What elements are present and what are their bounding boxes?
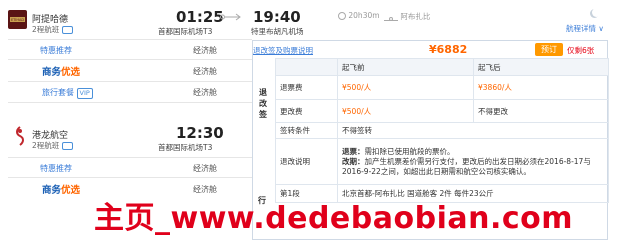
business-preferred-label: 商务优选: [42, 67, 81, 78]
special-offer-label: 特惠推荐: [40, 46, 72, 55]
chevron-down-icon: ∨: [598, 24, 604, 33]
moon-icon: [592, 8, 601, 17]
cabin-class: 经济舱: [193, 46, 217, 55]
info-icon[interactable]: [61, 26, 73, 34]
column-before-departure: 起飞前: [337, 58, 474, 76]
special-offer-label: 特惠推荐: [40, 164, 72, 173]
stop-marker-icon: [384, 14, 398, 21]
divider: [8, 177, 252, 178]
flight-details-link[interactable]: 航程详情 ∨: [566, 23, 604, 34]
cabin-class: 经济舱: [193, 88, 217, 97]
flight-count: 2程航班: [32, 140, 73, 151]
flight-arrow-icon: [220, 13, 241, 21]
arrival-time: 19:40: [253, 8, 301, 26]
price: ¥6882: [429, 43, 468, 56]
divider: [8, 59, 252, 60]
departure-airport: 首都国际机场T3: [158, 143, 213, 152]
seats-remaining: 仅剩6张: [567, 46, 595, 55]
table-row: 退票费 ¥500/人 ¥3860/人: [275, 75, 609, 100]
travel-package-label: 旅行套餐 VIP: [42, 87, 93, 99]
departure-airport: 首都国际机场T3: [158, 27, 213, 36]
cabin-class: 经济舱: [193, 164, 217, 173]
etihad-logo: ETIHAD: [8, 10, 27, 29]
table-header-row: 起飞前 起飞后: [275, 58, 609, 76]
divider: [8, 39, 252, 40]
departure-time: 12:30: [176, 124, 224, 142]
book-button[interactable]: 预订: [535, 43, 563, 56]
table-row: 退改说明 退票：需扣除已使用航段的票价。 改期：加产生机票差价需另行支付，更改后…: [275, 138, 609, 185]
table-row: 签转条件 不得签转: [275, 122, 609, 139]
info-icon[interactable]: [61, 142, 73, 150]
departure-time: 01:25: [176, 8, 224, 26]
duration: 20h30m: [338, 11, 380, 20]
divider: [8, 81, 252, 82]
dragonair-logo: [16, 126, 24, 146]
watermark: 主页_www.dedebaobian.com: [94, 201, 574, 236]
column-after-departure: 起飞后: [473, 58, 609, 76]
cabin-class: 经济舱: [193, 67, 217, 76]
table-row: 更改费 ¥500/人 不得更改: [275, 99, 609, 123]
clock-icon: [338, 12, 346, 20]
divider: [8, 102, 252, 103]
stopover: 阿布扎比: [384, 11, 430, 22]
fare-rules-table: 起飞前 起飞后 退票费 ¥500/人 ¥3860/人 更改费 ¥500/人 不得…: [275, 58, 609, 203]
business-preferred-label: 商务优选: [42, 185, 81, 196]
refund-policy-link[interactable]: 退改签及购票说明: [253, 45, 313, 56]
arrival-airport: 特里布胡凡机场: [251, 27, 304, 36]
flight-count: 2程航班: [32, 24, 73, 35]
rebook-section-label: 退改签: [259, 88, 267, 119]
svg-text:ETIHAD: ETIHAD: [11, 18, 24, 22]
vip-badge: VIP: [76, 88, 93, 99]
divider: [8, 157, 252, 158]
